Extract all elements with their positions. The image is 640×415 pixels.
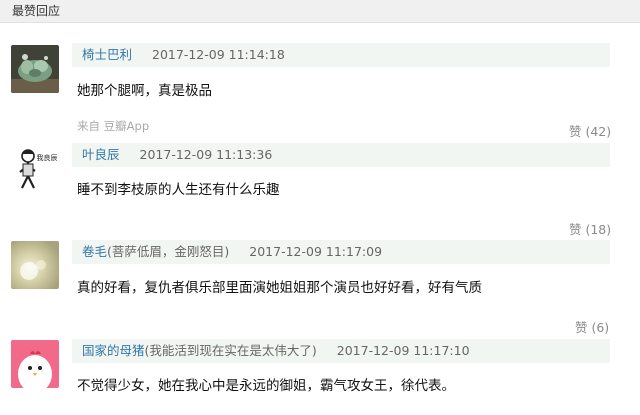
comment-time: 2017-12-09 11:14:18 [152, 47, 285, 62]
section-header: 最赞回应 [0, 0, 640, 23]
comment-time: 2017-12-09 11:13:36 [139, 147, 273, 162]
author-signature: (菩萨低眉，金刚怒目) [107, 244, 230, 259]
comment-author[interactable]: 叶良辰 [82, 147, 120, 162]
svg-text:我良辰: 我良辰 [37, 153, 58, 162]
comment-author[interactable]: 卷毛 [82, 244, 107, 259]
author-signature: (我能活到现在实在是太伟大了) [144, 343, 317, 358]
comment-text: 不觉得少女，她在我心中是永远的御姐，霸气攻女王，徐代表。 [77, 378, 455, 394]
comment-text: 睡不到李枝原的人生还有什么乐趣 [77, 182, 280, 198]
comment-meta: 国家的母猪(我能活到现在实在是太伟大了) 2017-12-09 11:17:10 [72, 339, 610, 363]
comment-meta: 椅士巴利 2017-12-09 11:14:18 [72, 43, 610, 67]
vote-button[interactable]: 赞 (42) [569, 121, 611, 140]
comment-text: 她那个腿啊，真是极品 [77, 83, 212, 99]
comment-source: 来自 豆瓣App [77, 119, 150, 133]
vote-button[interactable]: 赞 (6) [575, 317, 609, 336]
comment-meta: 卷毛(菩萨低眉，金刚怒目) 2017-12-09 11:17:09 [72, 240, 610, 264]
comment-meta: 叶良辰 2017-12-09 11:13:36 [72, 143, 610, 167]
section-title: 最赞回应 [12, 4, 61, 18]
comment-text: 真的好看，复仇者俱乐部里面演她姐姐那个演员也好好看，好有气质 [77, 280, 482, 296]
cartoon-chicken-avatar[interactable] [11, 340, 59, 388]
vote-button[interactable]: 赞 (18) [569, 219, 611, 238]
comment-time: 2017-12-09 11:17:09 [249, 244, 383, 259]
comment-author[interactable]: 椅士巴利 [82, 47, 132, 62]
succulent-plant-avatar[interactable] [11, 45, 59, 93]
cartoon-man-avatar[interactable]: 我良辰 [11, 144, 59, 192]
comment-author[interactable]: 国家的母猪 [82, 343, 145, 358]
comment-time: 2017-12-09 11:17:10 [336, 343, 470, 358]
blurry-flower-avatar[interactable] [11, 241, 59, 289]
